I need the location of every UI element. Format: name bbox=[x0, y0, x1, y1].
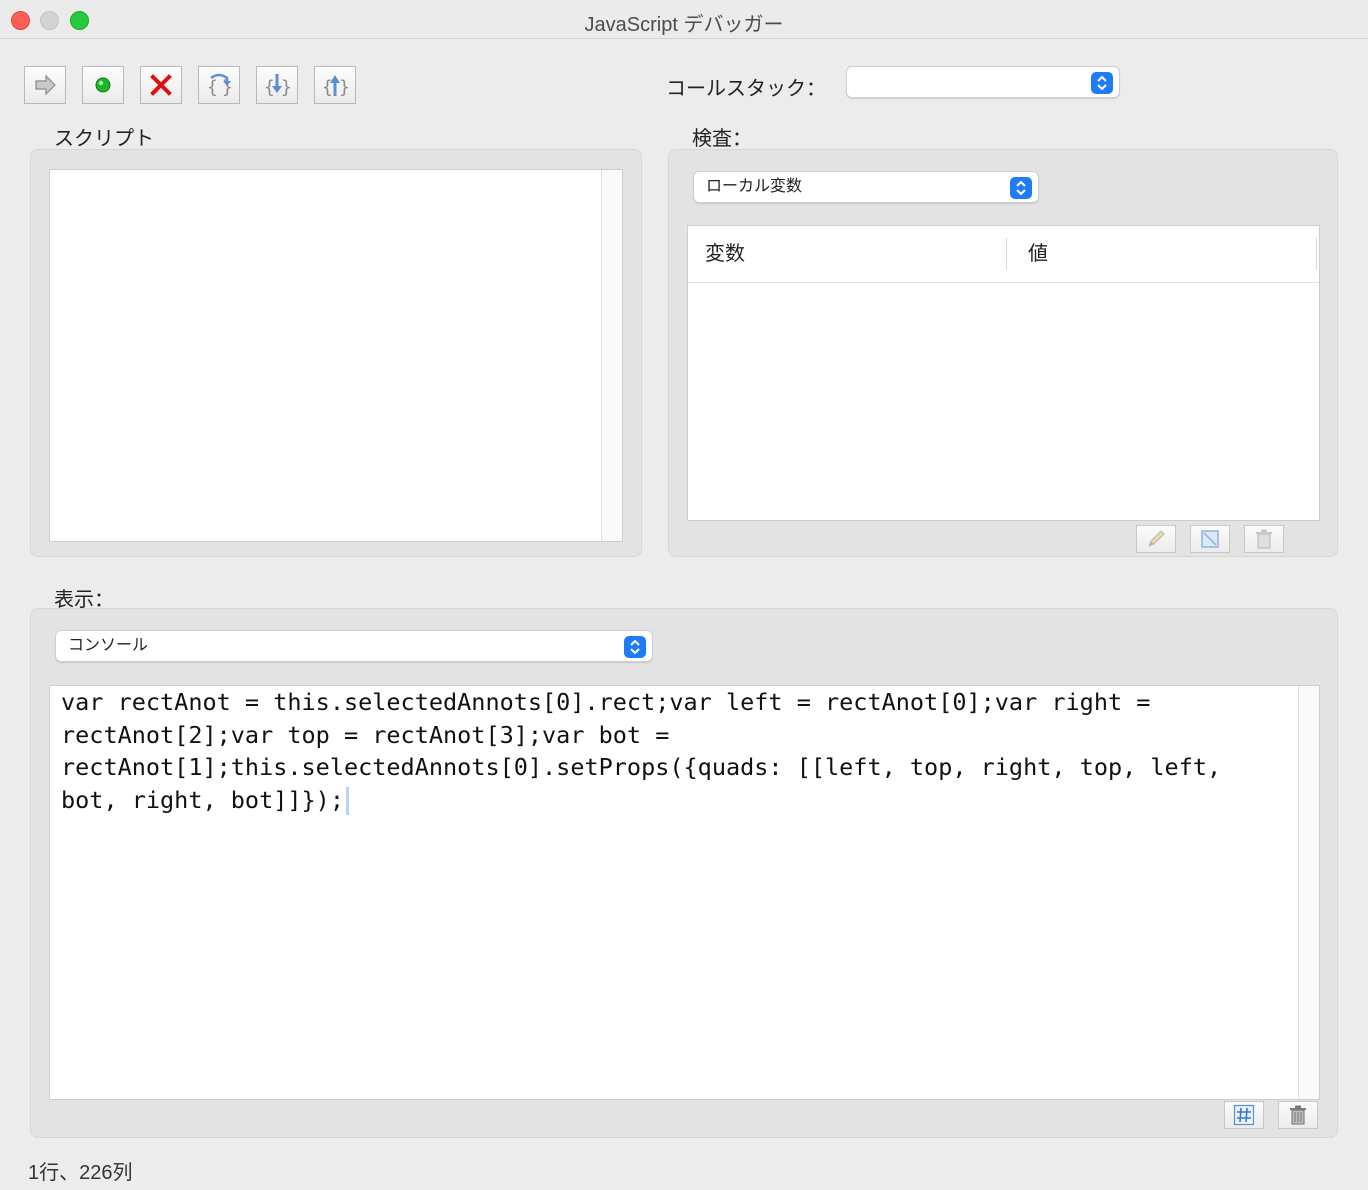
console-editor[interactable]: var rectAnot = this.selectedAnnots[0].re… bbox=[49, 685, 1320, 1100]
debugger-content: { } { } { } コールスタック： スクリプト 検査： ローカル変数 変数… bbox=[0, 39, 1368, 1190]
column-divider bbox=[1316, 238, 1317, 270]
resume-button[interactable] bbox=[24, 66, 66, 104]
trash-icon bbox=[1256, 529, 1272, 549]
step-over-button[interactable]: { } bbox=[198, 66, 240, 104]
view-mode-value: コンソール bbox=[68, 637, 149, 654]
trash-icon bbox=[1290, 1105, 1306, 1125]
column-header-variable[interactable]: 変数 bbox=[705, 226, 745, 282]
table-header: 変数 値 bbox=[688, 226, 1319, 283]
view-group: コンソール var rectAnot = this.selectedAnnots… bbox=[30, 608, 1338, 1138]
inspect-scope-select[interactable]: ローカル変数 bbox=[693, 171, 1039, 203]
console-text[interactable]: var rectAnot = this.selectedAnnots[0].re… bbox=[61, 686, 1291, 816]
window-title: JavaScript デバッガー bbox=[584, 14, 784, 36]
step-out-icon: { } bbox=[322, 75, 349, 98]
hash-icon bbox=[1233, 1104, 1255, 1126]
step-out-button[interactable]: { } bbox=[314, 66, 356, 104]
inspect-group: ローカル変数 変数 値 bbox=[668, 149, 1338, 557]
delete-variable-button[interactable] bbox=[1244, 525, 1284, 553]
column-header-value[interactable]: 値 bbox=[1028, 226, 1048, 282]
status-bar-position: 1行、226列 bbox=[28, 1162, 133, 1184]
inspect-scope-value: ローカル変数 bbox=[706, 178, 803, 195]
chevron-updown-icon bbox=[1010, 177, 1032, 199]
step-into-icon: { } bbox=[264, 74, 291, 98]
step-over-icon: { } bbox=[207, 73, 233, 98]
script-list[interactable] bbox=[49, 169, 623, 542]
inspect-label: 検査： bbox=[692, 128, 752, 150]
svg-text:{: { bbox=[207, 77, 218, 98]
callstack-label: コールスタック： bbox=[666, 78, 826, 100]
watch-button[interactable] bbox=[1190, 525, 1230, 553]
watch-square-icon bbox=[1201, 530, 1219, 548]
svg-text:}: } bbox=[339, 77, 349, 98]
title-bar: JavaScript デバッガー bbox=[0, 0, 1368, 39]
chevron-updown-icon bbox=[1091, 72, 1113, 94]
script-scrollbar[interactable] bbox=[601, 170, 622, 541]
svg-text:{: { bbox=[322, 77, 333, 98]
view-mode-select[interactable]: コンソール bbox=[55, 630, 653, 662]
pencil-icon bbox=[1148, 530, 1165, 547]
variables-table[interactable]: 変数 値 bbox=[687, 225, 1320, 521]
svg-text:}: } bbox=[281, 77, 291, 98]
run-dot-icon bbox=[95, 77, 111, 93]
edit-button[interactable] bbox=[1136, 525, 1176, 553]
step-into-button[interactable]: { } bbox=[256, 66, 298, 104]
console-scrollbar[interactable] bbox=[1298, 686, 1319, 1099]
column-divider[interactable] bbox=[1006, 238, 1007, 270]
script-group bbox=[30, 149, 642, 557]
clear-console-button[interactable] bbox=[1278, 1101, 1318, 1129]
stop-button[interactable] bbox=[140, 66, 182, 104]
resume-icon bbox=[35, 74, 56, 96]
line-numbers-button[interactable] bbox=[1224, 1101, 1264, 1129]
text-caret bbox=[345, 787, 349, 815]
script-label: スクリプト bbox=[54, 128, 154, 150]
run-button[interactable] bbox=[82, 66, 124, 104]
chevron-updown-icon bbox=[624, 636, 646, 658]
callstack-select[interactable] bbox=[846, 66, 1120, 98]
stop-x-icon bbox=[150, 74, 172, 96]
